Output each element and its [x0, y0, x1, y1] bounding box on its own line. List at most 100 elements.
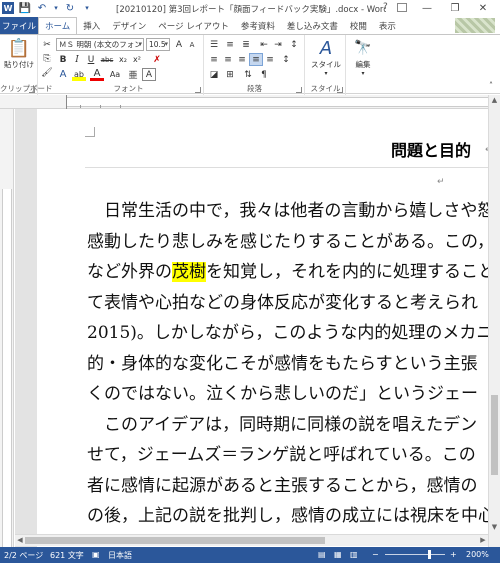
tab-item[interactable]: 表示 [373, 17, 402, 34]
ribbon-display-options-icon[interactable] [397, 3, 407, 12]
styles-button[interactable]: A スタイル ▾ [308, 37, 344, 78]
subscript-button[interactable]: x₂ [116, 53, 130, 66]
account-avatar[interactable] [455, 18, 495, 33]
highlight-button[interactable]: ab [72, 68, 86, 81]
zoom-out-icon[interactable]: − [372, 550, 379, 559]
tab-item[interactable]: 挿入 [77, 17, 106, 34]
cut-icon[interactable]: ✂ [40, 38, 54, 51]
save-icon[interactable]: 💾 [19, 2, 31, 14]
scroll-up-icon[interactable]: ▲ [489, 95, 500, 106]
text-line: 者に感情に起源があると主張することから，感情の [87, 471, 488, 502]
text-run: 的・身体的な変化こそが感情をもたらすという主張 [87, 353, 478, 374]
customize-qat-icon[interactable]: ▾ [81, 2, 93, 14]
paste-button[interactable]: 📋 貼り付け [4, 37, 34, 70]
clear-formatting-icon[interactable]: ✗ [150, 53, 164, 66]
zoom-in-icon[interactable]: + [450, 550, 457, 559]
document-page[interactable]: 問題と目的 ↵ ↵ 日常生活の中で，我々は他者の言動から嬉しさや怒感動したり悲し… [37, 109, 488, 547]
decrease-indent-icon[interactable]: ⇤ [257, 38, 271, 51]
numbering-icon[interactable]: ≡ [223, 38, 237, 51]
show-formatting-icon[interactable]: ¶ [257, 68, 271, 81]
editing-button[interactable]: 🔭 編集 ▾ [349, 37, 377, 77]
tab-item[interactable]: 参考資料 [235, 17, 281, 34]
tab-item[interactable]: ホーム [38, 17, 78, 34]
align-right-icon[interactable]: ≡ [235, 53, 249, 66]
copy-icon[interactable]: ⎘ [40, 52, 54, 65]
text-line: このアイデアは，同時期に同様の説を唱えたデン [87, 410, 488, 441]
text-line: て表情や心拍などの身体反応が変化すると考えられ [87, 288, 488, 319]
vertical-scrollbar[interactable]: ▲ ▼ [488, 95, 500, 547]
grow-font-button[interactable]: A [172, 38, 186, 51]
clipboard-icon: 📋 [7, 37, 31, 59]
tab-file[interactable]: ファイル [0, 17, 38, 34]
strikethrough-button[interactable]: abc [100, 53, 114, 66]
web-layout-icon[interactable]: ▥ [350, 550, 358, 559]
horizontal-ruler[interactable] [0, 95, 488, 109]
paragraph-launcher-icon[interactable] [296, 87, 302, 93]
italic-button[interactable]: I [70, 53, 84, 66]
font-group-label: フォント [113, 84, 144, 93]
vertical-scroll-thumb[interactable] [491, 395, 498, 475]
multilevel-list-icon[interactable]: ≣ [239, 38, 253, 51]
font-name-combo[interactable]: ＭＳ 明朝 (本文のフォント [56, 38, 144, 51]
bullets-icon[interactable]: ☰ [207, 38, 221, 51]
text-run: など外界の [87, 262, 172, 282]
page-count[interactable]: 2/2 ページ [4, 550, 43, 561]
borders-icon[interactable]: ⊞ [223, 68, 237, 81]
shading-icon[interactable]: ◪ [207, 68, 221, 81]
zoom-level[interactable]: 200% [466, 550, 489, 559]
word-count[interactable]: 621 文字 [50, 550, 84, 561]
document-body[interactable]: 日常生活の中で，我々は他者の言動から嬉しさや怒 感動したり悲しみを感じたりすること… [87, 196, 488, 532]
horizontal-scrollbar[interactable]: ◀ ▶ [15, 534, 488, 546]
tab-item[interactable]: デザイン [106, 17, 152, 34]
zoom-slider[interactable] [385, 554, 445, 555]
styles-launcher-icon[interactable] [337, 87, 343, 93]
asian-layout-icon[interactable]: ↕ [287, 38, 301, 51]
phonetic-guide-icon[interactable]: 亜 [126, 68, 140, 81]
align-left-icon[interactable]: ≡ [207, 53, 221, 66]
zoom-slider-knob[interactable] [428, 550, 431, 559]
superscript-button[interactable]: x² [130, 53, 144, 66]
shrink-font-button[interactable]: A [185, 38, 199, 51]
close-button[interactable]: ✕ [469, 1, 497, 15]
language-indicator[interactable]: 日本語 [108, 550, 132, 561]
font-size-combo[interactable]: 10.5 [146, 38, 170, 51]
enclose-characters-icon[interactable]: A [142, 68, 156, 81]
font-color-button[interactable]: A [90, 68, 104, 81]
print-layout-icon[interactable]: ▦ [334, 550, 342, 559]
collapse-ribbon-icon[interactable]: ˄ [484, 79, 498, 92]
word-app-icon[interactable]: W [2, 2, 14, 14]
scroll-down-icon[interactable]: ▼ [489, 522, 500, 533]
sort-icon[interactable]: ⇅ [241, 68, 255, 81]
minimize-button[interactable]: — [413, 1, 441, 15]
underline-button[interactable]: U [84, 53, 98, 66]
restore-button[interactable]: ❐ [441, 1, 469, 15]
increase-indent-icon[interactable]: ⇥ [271, 38, 285, 51]
font-group: ＭＳ 明朝 (本文のフォント 10.5 A A B I U abc x₂ x² … [54, 35, 204, 95]
align-center-icon[interactable]: ≡ [221, 53, 235, 66]
help-button[interactable]: ? [383, 2, 388, 12]
redo-icon[interactable]: ↻ [64, 2, 76, 14]
horizontal-scroll-thumb[interactable] [25, 537, 325, 544]
tab-item[interactable]: 校閲 [344, 17, 373, 34]
undo-dropdown-icon[interactable]: ▾ [53, 2, 59, 14]
format-painter-icon[interactable]: 🖌 [40, 66, 54, 79]
scroll-right-icon[interactable]: ▶ [478, 535, 488, 546]
clipboard-launcher-icon[interactable] [29, 87, 35, 93]
distributed-icon[interactable]: ≡ [263, 53, 277, 66]
tab-item[interactable]: 差し込み文書 [281, 17, 344, 34]
text-effects-icon[interactable]: A [56, 68, 70, 81]
proofing-icon[interactable]: ▣ [92, 550, 100, 559]
left-indent-marker[interactable] [66, 95, 67, 109]
tab-item[interactable]: ページ レイアウト [152, 17, 235, 34]
vertical-ruler[interactable] [0, 109, 14, 547]
horizontal-ruler-text-area [66, 97, 488, 107]
justify-icon[interactable]: ≡ [249, 53, 263, 66]
bold-button[interactable]: B [56, 53, 70, 66]
undo-icon[interactable]: ↶ [36, 2, 48, 14]
change-case-button[interactable]: Aa [108, 68, 122, 81]
font-launcher-icon[interactable] [195, 87, 201, 93]
read-mode-icon[interactable]: ▤ [318, 550, 326, 559]
document-area[interactable]: 問題と目的 ↵ ↵ 日常生活の中で，我々は他者の言動から嬉しさや怒感動したり悲し… [15, 109, 488, 547]
scroll-left-icon[interactable]: ◀ [15, 535, 25, 546]
line-spacing-icon[interactable]: ↕ [279, 53, 293, 66]
